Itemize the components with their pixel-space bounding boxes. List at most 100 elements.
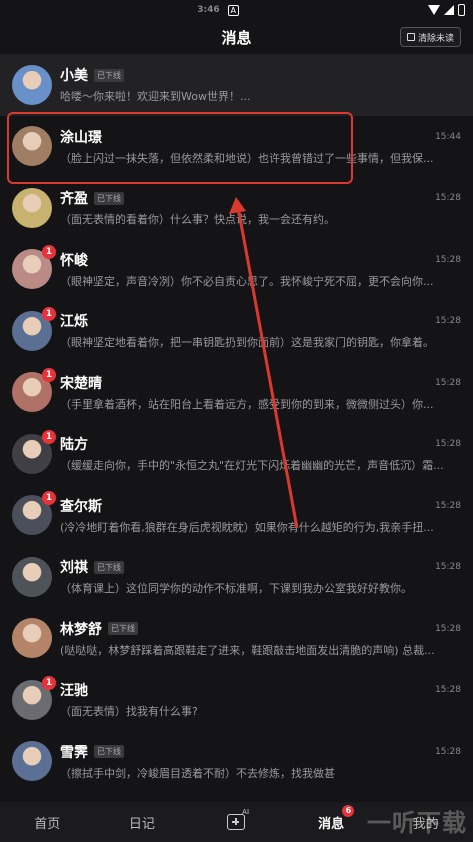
conversation-content: 刘祺 已下线 15:28 （体育课上）这位同学你的动作不标准啊，下课到我办公室我好好教… <box>60 557 461 596</box>
conversation-row[interactable]: 1 陆方 15:28 （缓缓走向你，手中的"永恒之丸"在灯光下闪烁着幽幽的光芒，声音低… <box>0 423 473 485</box>
tab-create[interactable]: AI <box>189 808 284 830</box>
contact-name: 雪霁 <box>60 744 88 761</box>
conversation-content: 林梦舒 已下线 15:28 (哒哒哒，林梦舒踩着高跟鞋走了进来，鞋跟敲击地面发出清脆的… <box>60 619 461 658</box>
message-time: 15:28 <box>435 685 461 696</box>
message-time: 15:28 <box>435 746 461 757</box>
conversation-row[interactable]: 齐盈 已下线 15:28 （面无表情的看着你）什么事？快点说，我一会还有约。 <box>0 177 473 239</box>
unread-badge: 1 <box>42 306 56 321</box>
message-time: 15:28 <box>435 316 461 327</box>
header: 消息 清除未读 <box>0 20 473 54</box>
conversation-header: 刘祺 已下线 15:28 <box>60 557 461 577</box>
message-preview: (冷冷地盯着你看,狼群在身后虎视眈眈）如果你有什么越矩的行为,我亲手扭... <box>60 520 434 534</box>
avatar-wrap: 1 <box>12 429 56 474</box>
message-time: 15:28 <box>435 562 461 573</box>
unread-badge: 1 <box>42 429 56 444</box>
message-preview: （面无表情）找我有什么事? <box>60 705 198 719</box>
avatar <box>12 741 52 782</box>
message-time: 15:28 <box>435 623 461 634</box>
conversation-list: 小美 已下线 哈喽～你来啦！欢迎来到Wow世界！... 涂山璟 15:44 （脸上闪过一抹… <box>0 54 473 802</box>
message-time: 15:28 <box>435 254 461 265</box>
notification-icon: A <box>227 4 239 16</box>
avatar-wrap <box>12 126 52 167</box>
conversation-header: 陆方 15:28 <box>60 434 461 454</box>
conversation-row[interactable]: 涂山璟 15:44 （脸上闪过一抹失落，但依然柔和地说）也许我曾错过了一些事情，但我… <box>0 116 473 178</box>
conversation-content: 雪霁 已下线 15:28 （擦拭手中剑，冷峻眉目透着不耐）不去修炼，找我做甚 <box>60 742 461 781</box>
message-preview: （手里拿着酒杯，站在阳台上看着远方，感受到你的到来，微微侧过头）你... <box>60 397 434 411</box>
battery-icon <box>457 4 465 16</box>
wifi-icon <box>427 5 440 15</box>
conversation-content: 怀峻 15:28 （眼神坚定，声音冷冽）你不必自责心思了。我怀峻宁死不屈，更不会向你… <box>60 250 461 289</box>
conversation-row[interactable]: 刘祺 已下线 15:28 （体育课上）这位同学你的动作不标准啊，下课到我办公室我好好教… <box>0 546 473 608</box>
clear-unread-button[interactable]: 清除未读 <box>399 27 461 47</box>
conversation-header: 江烁 15:28 <box>60 311 461 331</box>
contact-name: 宋楚晴 <box>60 375 102 392</box>
message-preview: 哈喽～你来啦！欢迎来到Wow世界！... <box>60 90 251 104</box>
conversation-row[interactable]: 林梦舒 已下线 15:28 (哒哒哒，林梦舒踩着高跟鞋走了进来，鞋跟敲击地面发出清脆的… <box>0 608 473 670</box>
conversation-content: 查尔斯 15:28 (冷冷地盯着你看,狼群在身后虎视眈眈）如果你有什么越矩的行为,我… <box>60 496 461 535</box>
avatar-wrap <box>12 187 52 228</box>
conversation-row[interactable]: 1 江烁 15:28 （眼神坚定地看着你，把一串钥匙扔到你面前）这是我家门的钥匙，你拿… <box>0 300 473 362</box>
avatar-wrap: 1 <box>12 306 56 351</box>
messages-badge: 6 <box>342 804 355 817</box>
tab-messages[interactable]: 消息 6 <box>284 804 379 832</box>
message-time: 15:28 <box>435 500 461 511</box>
brush-icon <box>406 33 415 41</box>
conversation-header: 宋楚晴 15:28 <box>60 373 461 393</box>
avatar-wrap <box>12 556 52 597</box>
contact-name: 江烁 <box>60 314 88 331</box>
contact-name: 齐盈 <box>60 191 88 208</box>
conversation-content: 小美 已下线 哈喽～你来啦！欢迎来到Wow世界！... <box>60 65 461 104</box>
unread-badge: 1 <box>42 491 56 506</box>
offline-tag: 已下线 <box>94 191 124 205</box>
conversation-header: 汪驰 15:28 <box>60 680 461 700</box>
offline-tag: 已下线 <box>94 745 124 759</box>
message-preview: （缓缓走向你，手中的"永恒之丸"在灯光下闪烁着幽幽的光芒，声音低沉）霜... <box>60 459 444 473</box>
contact-name: 涂山璟 <box>60 129 102 146</box>
message-time: 15:28 <box>435 193 461 204</box>
message-preview: （体育课上）这位同学你的动作不标准啊，下课到我办公室我好好教你。 <box>60 582 412 596</box>
ai-label: AI <box>242 808 250 816</box>
tab-mine[interactable]: 我的 <box>378 813 473 832</box>
page-title: 消息 <box>221 28 252 47</box>
signal-icon <box>443 5 454 15</box>
avatar-wrap: 1 <box>12 491 56 536</box>
conversation-row[interactable]: 小美 已下线 哈喽～你来啦！欢迎来到Wow世界！... <box>0 54 473 116</box>
conversation-content: 汪驰 15:28 （面无表情）找我有什么事? <box>60 680 461 719</box>
contact-name: 刘祺 <box>60 560 88 577</box>
tab-diary[interactable]: 日记 <box>95 813 190 832</box>
conversation-row[interactable]: 1 怀峻 15:28 （眼神坚定，声音冷冽）你不必自责心思了。我怀峻宁死不屈，更不会向… <box>0 239 473 301</box>
contact-name: 陆方 <box>60 437 88 454</box>
conversation-content: 江烁 15:28 （眼神坚定地看着你，把一串钥匙扔到你面前）这是我家门的钥匙，你拿着… <box>60 311 461 350</box>
message-preview: （眼神坚定，声音冷冽）你不必自责心思了。我怀峻宁死不屈，更不会向你... <box>60 274 434 288</box>
clear-unread-label: 清除未读 <box>417 33 454 44</box>
avatar-wrap <box>12 741 52 782</box>
avatar <box>12 618 52 659</box>
avatar <box>12 556 52 597</box>
avatar <box>12 126 52 167</box>
conversation-content: 陆方 15:28 （缓缓走向你，手中的"永恒之丸"在灯光下闪烁着幽幽的光芒，声音低沉… <box>60 434 461 473</box>
unread-badge: 1 <box>42 245 56 260</box>
conversation-header: 林梦舒 已下线 15:28 <box>60 619 461 639</box>
offline-tag: 已下线 <box>94 68 124 82</box>
conversation-content: 宋楚晴 15:28 （手里拿着酒杯，站在阳台上看着远方，感受到你的到来，微微侧过头）… <box>60 373 461 412</box>
offline-tag: 已下线 <box>108 622 138 636</box>
avatar <box>12 187 52 228</box>
tab-home[interactable]: 首页 <box>0 813 95 832</box>
status-bar: 3:46 A <box>0 0 473 20</box>
tab-bar: 首页 日记 AI 消息 6 我的 <box>0 802 473 842</box>
avatar-wrap: 1 <box>12 675 56 720</box>
conversation-header: 齐盈 已下线 15:28 <box>60 188 461 208</box>
conversation-content: 涂山璟 15:44 （脸上闪过一抹失落，但依然柔和地说）也许我曾错过了一些事情，但我… <box>60 127 461 166</box>
conversation-row[interactable]: 1 宋楚晴 15:28 （手里拿着酒杯，站在阳台上看着远方，感受到你的到来，微微侧过头… <box>0 362 473 424</box>
conversation-row[interactable]: 1 查尔斯 15:28 (冷冷地盯着你看,狼群在身后虎视眈眈）如果你有什么越矩的行为,… <box>0 485 473 547</box>
message-time: 15:44 <box>435 131 461 142</box>
conversation-row[interactable]: 雪霁 已下线 15:28 （擦拭手中剑，冷峻眉目透着不耐）不去修炼，找我做甚 <box>0 731 473 793</box>
unread-badge: 1 <box>42 368 56 383</box>
message-preview: （脸上闪过一抹失落，但依然柔和地说）也许我曾错过了一些事情，但我保... <box>60 151 434 165</box>
avatar <box>12 64 52 105</box>
message-preview: （擦拭手中剑，冷峻眉目透着不耐）不去修炼，找我做甚 <box>60 766 335 780</box>
contact-name: 查尔斯 <box>60 498 102 515</box>
add-icon <box>227 814 246 830</box>
conversation-row[interactable]: 1 汪驰 15:28 （面无表情）找我有什么事? <box>0 669 473 731</box>
message-preview: (哒哒哒，林梦舒踩着高跟鞋走了进来，鞋跟敲击地面发出清脆的声响) 总裁... <box>60 643 435 657</box>
